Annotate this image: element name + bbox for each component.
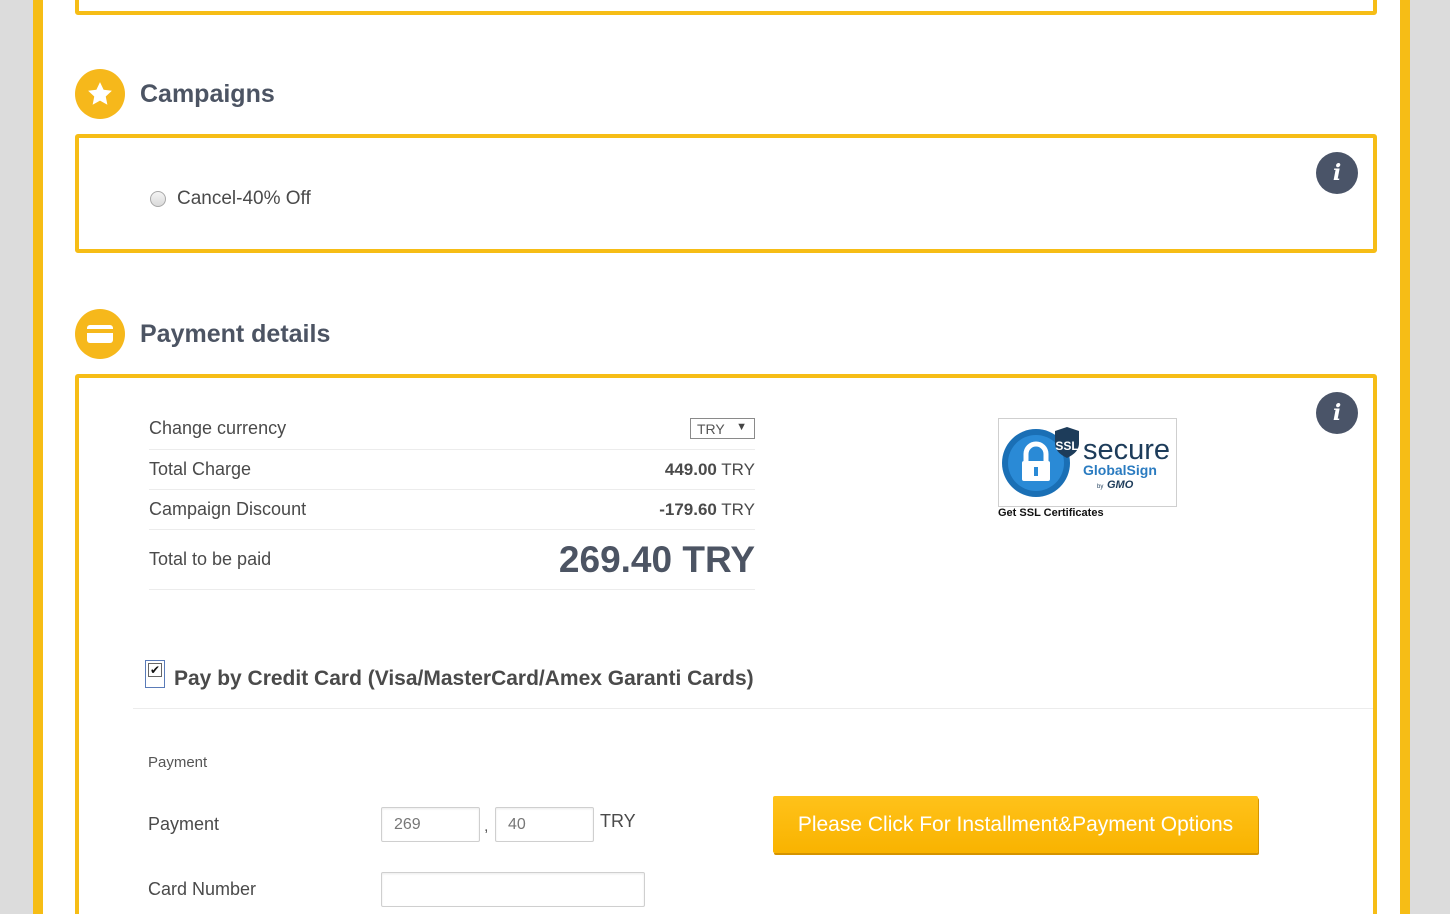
total-charge-label: Total Charge [149, 459, 252, 479]
payment-fraction-input[interactable]: 40 [495, 807, 594, 842]
ssl-text: SSL [1055, 439, 1078, 453]
ssl-caption[interactable]: Get SSL Certificates [998, 507, 1104, 519]
decimal-separator: , [484, 818, 489, 835]
total-charge-amount: 449.00 [664, 459, 717, 479]
total-to-pay-row: Total to be paid 269.40 TRY [149, 530, 755, 590]
gmo-text: GMO [1107, 479, 1134, 491]
payment-section-label: Payment [148, 754, 208, 771]
info-icon[interactable]: i [1316, 152, 1358, 194]
payment-currency: TRY [600, 811, 636, 831]
card-number-input[interactable] [381, 872, 645, 907]
total-charge-currency: TRY [721, 459, 755, 479]
info-icon[interactable]: i [1316, 392, 1358, 434]
card-number-label: Card Number [148, 879, 257, 899]
total-to-pay-value: 269.40 TRY [558, 538, 755, 580]
chevron-down-icon: ▼ [736, 421, 747, 433]
payment-whole-input[interactable]: 269 [381, 807, 480, 842]
total-to-pay-label: Total to be paid [149, 549, 272, 569]
campaigns-title: Campaigns [140, 79, 275, 108]
globalsign-text: GlobalSign [1083, 462, 1157, 478]
previous-section-box [75, 0, 1377, 15]
installment-options-button[interactable]: Please Click For Installment&Payment Opt… [773, 796, 1258, 853]
change-currency-label: Change currency [149, 418, 287, 438]
credit-card-option[interactable]: ✔ Pay by Credit Card (Visa/MasterCard/Am… [145, 657, 754, 691]
campaign-discount-value: -179.60 TRY [659, 500, 755, 520]
campaigns-header: Campaigns [75, 69, 275, 119]
divider [133, 708, 1373, 709]
credit-card-checkbox[interactable]: ✔ [145, 660, 165, 688]
campaign-option-label: Cancel-40% Off [177, 188, 311, 209]
total-charge-row: Total Charge 449.00 TRY [149, 450, 755, 490]
currency-selected: TRY [697, 420, 725, 437]
campaign-radio[interactable] [150, 191, 166, 207]
ssl-by-text: by [1097, 484, 1103, 490]
change-currency-row: Change currency TRY ▼ [149, 408, 755, 450]
campaign-discount-label: Campaign Discount [149, 499, 307, 519]
campaign-option[interactable]: Cancel-40% Off [150, 188, 311, 210]
credit-card-label: Pay by Credit Card (Visa/MasterCard/Amex… [174, 667, 754, 690]
campaign-discount-amount: -179.60 [659, 499, 717, 519]
ssl-badge[interactable]: SSL secure GlobalSign by GMO [998, 418, 1177, 507]
payment-label: Payment [148, 814, 220, 834]
currency-select[interactable]: TRY ▼ [690, 418, 755, 439]
payment-details-header: Payment details [75, 309, 330, 359]
credit-card-icon [75, 309, 125, 359]
campaign-discount-currency: TRY [721, 499, 755, 519]
payment-details-title: Payment details [140, 319, 331, 348]
checkmark-icon: ✔ [148, 663, 162, 677]
total-charge-value: 449.00 TRY [665, 460, 755, 480]
campaign-discount-row: Campaign Discount -179.60 TRY [149, 490, 755, 530]
star-icon [75, 69, 125, 119]
